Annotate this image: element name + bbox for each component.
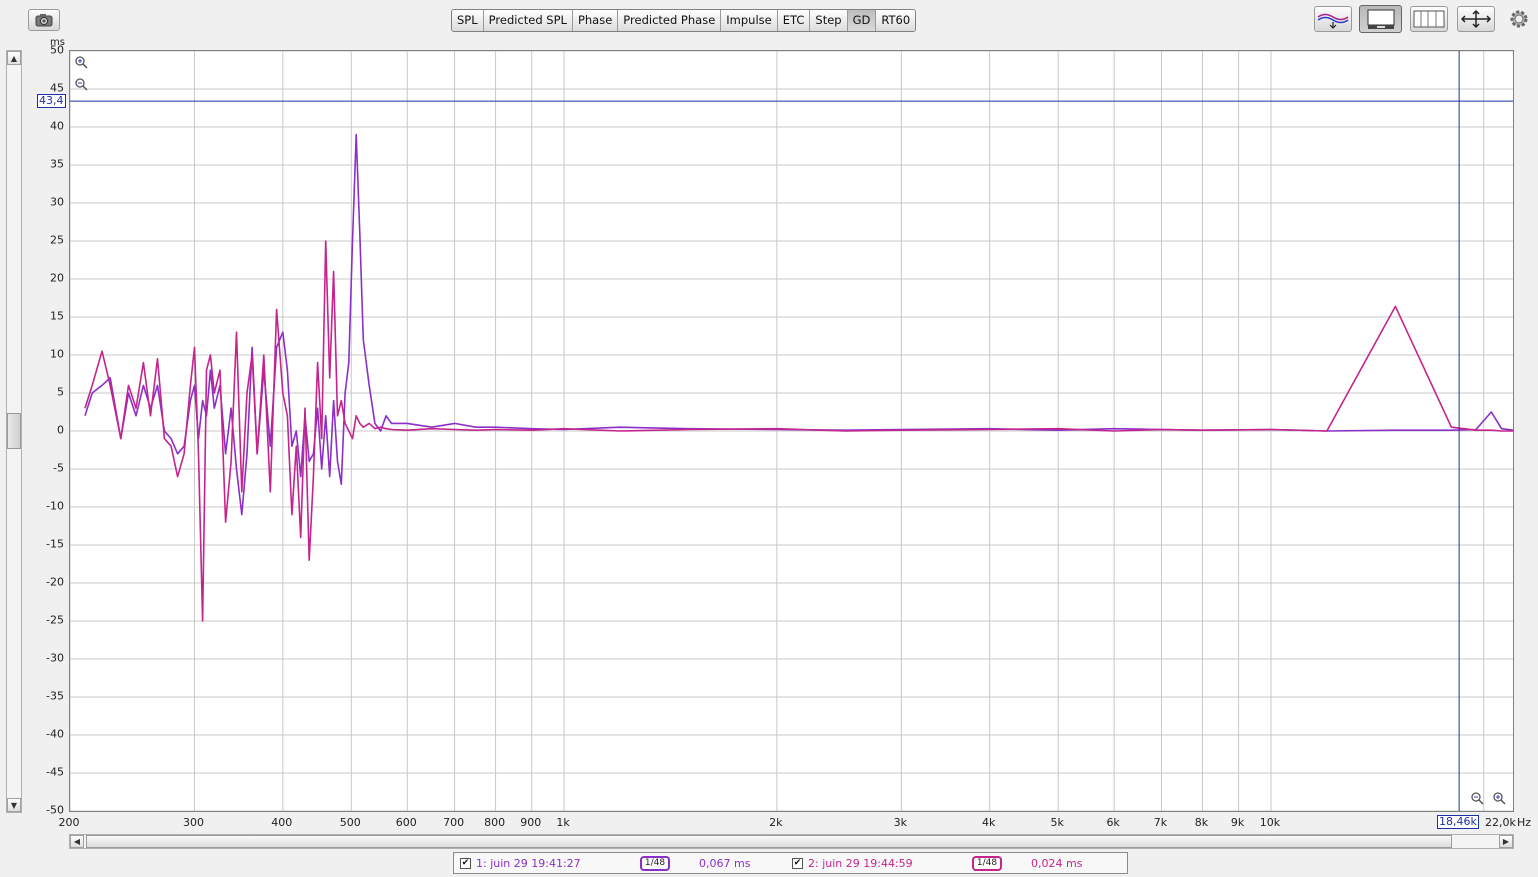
plot-canvas[interactable] (70, 51, 1513, 811)
legend-label-2: 2: juin 29 19:44:59 (808, 857, 913, 870)
x-tick-label: 6k (1106, 816, 1120, 829)
x-axis-end-label: 22,0k (1485, 816, 1516, 829)
legend-checkbox-2[interactable]: ✔ (792, 858, 803, 869)
y-tick-label: 35 (50, 157, 64, 171)
scroll-right-icon[interactable]: ▶ (1499, 835, 1513, 848)
y-tick-label: -40 (46, 727, 64, 741)
horizontal-scroll-thumb[interactable] (86, 835, 1452, 848)
vertical-scroll-thumb[interactable] (7, 413, 21, 449)
x-tick-label: 2k (769, 816, 783, 829)
plot-grid (70, 51, 1513, 811)
y-tick-label: 5 (57, 385, 64, 399)
y-tick-label: -35 (46, 689, 64, 703)
legend-label-1: 1: juin 29 19:41:27 (476, 857, 581, 870)
y-tick-label: 10 (50, 347, 64, 361)
x-tick-label: 5k (1050, 816, 1064, 829)
tab-rt60[interactable]: RT60 (876, 10, 916, 31)
zoom-out-horizontal-icon[interactable] (1470, 791, 1484, 805)
traces-icon (1317, 13, 1349, 29)
traces-button[interactable] (1314, 6, 1352, 32)
x-tick-label: 7k (1153, 816, 1168, 829)
vertical-scrollbar[interactable]: ▲ ▼ (6, 50, 22, 813)
smoothing-badge-1[interactable]: 1/48 (640, 856, 670, 871)
settings-button[interactable] (1506, 6, 1532, 32)
x-tick-label: 500 (339, 816, 361, 829)
y-tick-label: 50 (50, 43, 64, 57)
measurement-legend: ✔ 1: juin 29 19:41:27 1/48 0,067 ms ✔ 2:… (453, 852, 1128, 874)
legend-item-2[interactable]: ✔ 2: juin 29 19:44:59 (792, 857, 913, 870)
y-tick-label: 40 (50, 119, 64, 133)
tab-step[interactable]: Step (810, 10, 848, 31)
x-tick-label: 700 (443, 816, 465, 829)
x-tick-label: 800 (484, 816, 506, 829)
scroll-left-icon[interactable]: ◀ (70, 835, 84, 848)
tab-predicted-spl[interactable]: Predicted SPL (483, 10, 573, 31)
x-tick-label: 3k (893, 816, 908, 829)
toolbar: SPL Predicted SPL Phase Predicted Phase … (0, 0, 1538, 40)
y-tick-label: 25 (50, 233, 64, 247)
legend-value-2: 0,024 ms (1031, 857, 1083, 870)
tab-etc[interactable]: ETC (777, 10, 811, 31)
cursor-x-readout: 18,46k (1437, 815, 1479, 829)
tab-gd[interactable]: GD (847, 10, 877, 31)
zoom-in-horizontal-icon[interactable] (1492, 791, 1506, 805)
graph-layout-button[interactable] (1410, 6, 1448, 32)
smoothing-badge-2[interactable]: 1/48 (972, 856, 1002, 871)
y-tick-label: -30 (46, 651, 64, 665)
y-tick-label: -5 (53, 461, 64, 475)
controls-panel-button[interactable] (1359, 5, 1402, 33)
tab-predicted-phase[interactable]: Predicted Phase (618, 10, 722, 31)
tab-phase[interactable]: Phase (572, 10, 619, 31)
x-tick-label: 1k (556, 816, 570, 829)
y-tick-label: -45 (46, 765, 64, 779)
y-tick-label: 0 (57, 423, 64, 437)
x-tick-label: 4k (981, 816, 996, 829)
scroll-up-icon[interactable]: ▲ (7, 51, 21, 65)
x-tick-label: 600 (395, 816, 417, 829)
group-delay-plot[interactable] (69, 50, 1514, 812)
x-tick-label: 8k (1194, 816, 1209, 829)
x-tick-label: 400 (271, 816, 293, 829)
legend-item-1[interactable]: ✔ 1: juin 29 19:41:27 (460, 857, 581, 870)
x-tick-label: 9k (1230, 816, 1245, 829)
y-tick-label: -25 (46, 613, 64, 627)
controls-panel-icon (1367, 9, 1394, 29)
y-tick-label: 20 (50, 271, 64, 285)
y-tick-label: -10 (46, 499, 64, 513)
x-tick-label: 10k (1259, 816, 1281, 829)
zoom-out-vertical-icon[interactable] (74, 77, 88, 91)
x-tick-label: 200 (58, 816, 80, 829)
y-tick-label: 45 (50, 81, 64, 95)
y-tick-label: -15 (46, 537, 64, 551)
gear-icon (1510, 10, 1528, 28)
cursor-y-readout: 43,4 (37, 94, 66, 108)
scroll-down-icon[interactable]: ▼ (7, 798, 21, 812)
camera-icon (35, 14, 53, 27)
tab-spl[interactable]: SPL (452, 10, 484, 31)
x-tick-label: 900 (520, 816, 542, 829)
legend-checkbox-1[interactable]: ✔ (460, 858, 471, 869)
zoom-fit-button[interactable] (1457, 6, 1495, 32)
capture-button[interactable] (28, 9, 60, 31)
tab-impulse[interactable]: Impulse (721, 10, 778, 31)
horizontal-scrollbar[interactable]: ◀ ▶ (69, 834, 1514, 849)
legend-value-1: 0,067 ms (699, 857, 751, 870)
x-axis-unit: Hz (1517, 816, 1532, 829)
y-tick-label: 15 (50, 309, 64, 323)
plot-series (84, 133, 1513, 622)
y-tick-label: -50 (46, 803, 64, 817)
zoom-in-vertical-icon[interactable] (74, 55, 88, 69)
graph-tabs: SPL Predicted SPL Phase Predicted Phase … (451, 9, 917, 32)
graph-layout-icon (1413, 10, 1445, 28)
y-tick-label: 30 (50, 195, 64, 209)
y-tick-label: -20 (46, 575, 64, 589)
zoom-fit-icon (1460, 9, 1492, 29)
series-line-1 (84, 133, 1513, 516)
x-tick-label: 300 (182, 816, 204, 829)
